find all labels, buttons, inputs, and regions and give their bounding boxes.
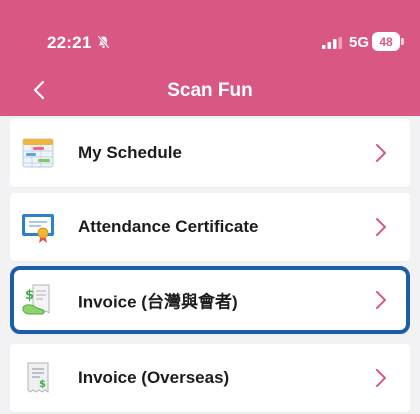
menu-item-invoice-taiwan[interactable]: $ Invoice (台灣與會者) [10,266,410,334]
menu-item-label: My Schedule [78,143,182,162]
chevron-right-icon [376,369,386,387]
page-title: Scan Fun [167,80,253,101]
svg-text:$: $ [25,288,34,303]
menu-item-invoice-overseas[interactable]: $ Invoice (Overseas) [10,344,410,412]
chevron-right-icon [376,144,386,162]
signal-icon [322,37,342,49]
schedule-icon [22,138,54,168]
menu-item-attendance-certificate[interactable]: Attendance Certificate [10,193,410,261]
header-bar: 22:21 5G 48 Scan Fun [0,0,420,116]
battery-cap [401,38,404,45]
status-time: 22:21 [47,33,92,52]
chevron-right-icon [376,218,386,236]
menu-item-label: Invoice (台灣與會者) [78,292,238,312]
certificate-icon [22,214,54,243]
battery-level: 48 [379,34,393,49]
chevron-right-icon [376,291,386,309]
svg-text:$: $ [39,379,46,390]
menu-item-label: Invoice (Overseas) [78,368,230,387]
bell-muted-icon [97,35,110,49]
invoice-receipt-icon: $ [22,284,50,315]
menu-item-label: Attendance Certificate [78,217,259,236]
battery-icon: 48 [372,32,400,51]
network-type: 5G [349,34,370,51]
menu-item-my-schedule[interactable]: My Schedule [10,119,410,187]
receipt-icon: $ [27,362,49,393]
